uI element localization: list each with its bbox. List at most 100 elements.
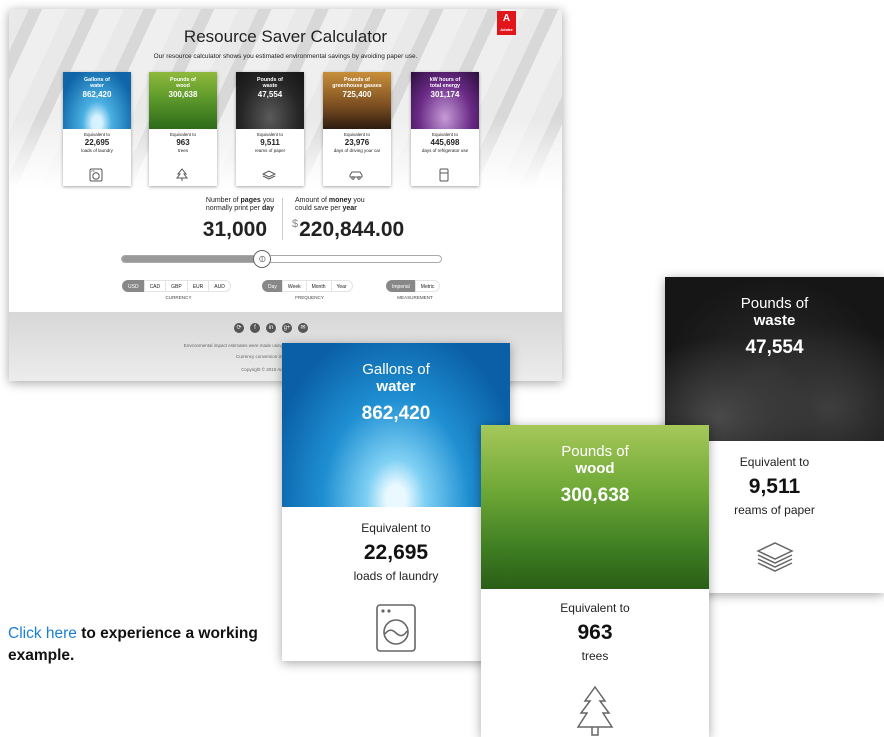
measurement-imperial[interactable]: Imperial xyxy=(386,280,416,292)
equivalent-unit: days of refrigerator use xyxy=(421,148,469,153)
adobe-logo-mark-icon: A xyxy=(502,13,511,24)
equivalent-value: 445,698 xyxy=(430,138,460,147)
frequency-caption: FREQUENCY xyxy=(295,295,324,300)
card-label: Pounds of xyxy=(561,443,629,460)
currency-cad[interactable]: CAD xyxy=(143,280,167,292)
measurement-toggle: Imperial Metric xyxy=(386,280,441,292)
currency-gbp[interactable]: GBP xyxy=(165,280,188,292)
water-image: Gallons of water 862,420 xyxy=(63,72,131,129)
card-label: water xyxy=(376,378,416,395)
frequency-toggle: Day Week Month Year xyxy=(262,280,353,292)
money-amount: 220,844.00 xyxy=(299,218,405,241)
card-label: Gallons of xyxy=(362,361,430,378)
measurement-metric[interactable]: Metric xyxy=(414,280,441,292)
label-part: day xyxy=(261,205,274,212)
label-part: you xyxy=(351,197,365,204)
equivalent-label: Equivalent to xyxy=(560,601,630,615)
label-part: year xyxy=(342,205,357,212)
equivalent-unit: trees xyxy=(177,148,188,153)
trash-bags-image: Pounds of waste 47,554 xyxy=(665,277,884,441)
email-icon[interactable]: ✉ xyxy=(298,323,308,333)
slider-fill xyxy=(122,256,263,262)
card-label: waste xyxy=(262,83,278,89)
label-part: Number of xyxy=(205,197,241,204)
car-icon xyxy=(349,168,363,182)
big-card-water: Gallons of water 862,420 Equivalent to 2… xyxy=(282,343,510,661)
paper-stack-icon xyxy=(755,535,795,580)
equivalent-value: 9,511 xyxy=(260,138,280,147)
equivalent-unit: loads of laundry xyxy=(353,569,439,583)
page-subtitle: Our resource calculator shows you estima… xyxy=(153,53,418,60)
call-to-action: Click here to experience a working examp… xyxy=(8,623,258,667)
label-part: could save per xyxy=(295,205,343,212)
card-value: 725,400 xyxy=(342,90,372,99)
equivalent-unit: loads of laundry xyxy=(81,148,113,153)
card-label: waste xyxy=(753,312,796,329)
equivalent-label: Equivalent to xyxy=(83,132,111,137)
pages-value: 31,000 xyxy=(202,218,267,241)
measurement-caption: MEASUREMENT xyxy=(397,295,433,300)
equivalent-value: 22,695 xyxy=(84,138,110,147)
industry-image: Pounds of greenhouse gasses 725,400 xyxy=(323,72,391,129)
card-value: 300,638 xyxy=(560,485,630,506)
frequency-year[interactable]: Year xyxy=(330,280,353,292)
label-part: Amount of xyxy=(295,197,329,204)
pages-label: Number of pages you normally print per d… xyxy=(169,197,274,213)
washing-machine-icon xyxy=(89,168,103,182)
paper-stack-icon xyxy=(261,168,277,182)
metric-card-water: Gallons of water 862,420 Equivalent to 2… xyxy=(63,72,131,186)
label-part: normally print per xyxy=(205,205,262,212)
metric-card-greenhouse: Pounds of greenhouse gasses 725,400 Equi… xyxy=(323,72,391,186)
equivalent-unit: reams of paper xyxy=(254,148,286,153)
card-value: 862,420 xyxy=(361,403,431,424)
water-drop-image: Gallons of water 862,420 xyxy=(282,343,510,507)
currency-usd[interactable]: USD xyxy=(122,280,145,292)
click-here-link[interactable]: Click here xyxy=(8,625,77,642)
metric-card-waste: Pounds of waste 47,554 Equivalent to 9,5… xyxy=(236,72,304,186)
frequency-month[interactable]: Month xyxy=(305,280,332,292)
label-part: money xyxy=(328,197,352,204)
money-label: Amount of money you could save per year xyxy=(295,197,415,213)
tree-icon xyxy=(575,685,615,737)
frequency-week[interactable]: Week xyxy=(281,280,307,292)
money-value: $220,844.00 xyxy=(292,218,404,242)
big-card-wood: Pounds of wood 300,638 Equivalent to 963… xyxy=(481,425,709,737)
card-label: total energy xyxy=(429,83,461,89)
currency-eur[interactable]: EUR xyxy=(186,280,210,292)
trash-bags-image: Pounds of waste 47,554 xyxy=(236,72,304,129)
label-part: pages xyxy=(240,197,261,204)
page: A Adobe Resource Saver Calculator Our re… xyxy=(0,0,884,737)
currency-toggle: USD CAD GBP EUR AUD xyxy=(122,280,231,292)
equivalent-unit: days of driving your car xyxy=(333,148,381,153)
equivalent-value: 22,695 xyxy=(363,541,429,564)
slider-thumb[interactable]: ⦶ xyxy=(253,250,272,268)
light-bulb-image: kW hours of total energy 301,174 xyxy=(411,72,479,129)
equivalent-label: Equivalent to xyxy=(431,132,459,137)
page-title: Resource Saver Calculator xyxy=(183,27,388,46)
card-value: 300,638 xyxy=(168,90,198,99)
equivalent-value: 963 xyxy=(176,138,190,147)
card-value: 47,554 xyxy=(745,337,804,358)
facebook-icon[interactable]: f xyxy=(250,323,260,333)
washing-machine-icon xyxy=(374,603,418,658)
share-icon[interactable]: ⟳ xyxy=(234,323,244,333)
label-part: you xyxy=(260,197,274,204)
equivalent-value: 23,976 xyxy=(344,138,370,147)
metric-card-wood: Pounds of wood 300,638 Equivalent to 963… xyxy=(149,72,217,186)
pages-slider[interactable]: ⦶ xyxy=(121,250,442,268)
currency-aud[interactable]: AUD xyxy=(208,280,231,292)
card-label: greenhouse gasses xyxy=(332,83,382,89)
equivalent-unit: trees xyxy=(581,649,609,663)
equivalent-label: Equivalent to xyxy=(256,132,284,137)
equivalent-label: Equivalent to xyxy=(343,132,371,137)
linkedin-icon[interactable]: in xyxy=(266,323,276,333)
card-value: 47,554 xyxy=(257,90,283,99)
forest-image: Pounds of wood 300,638 xyxy=(481,425,709,589)
forest-image: Pounds of wood 300,638 xyxy=(149,72,217,129)
refrigerator-icon xyxy=(437,168,451,182)
google-plus-icon[interactable]: g+ xyxy=(282,323,292,333)
card-label: Pounds of xyxy=(740,295,809,312)
metric-cards: Gallons of water 862,420 Equivalent to 2… xyxy=(63,72,483,187)
equivalent-value: 963 xyxy=(577,621,613,644)
frequency-day[interactable]: Day xyxy=(262,280,283,292)
